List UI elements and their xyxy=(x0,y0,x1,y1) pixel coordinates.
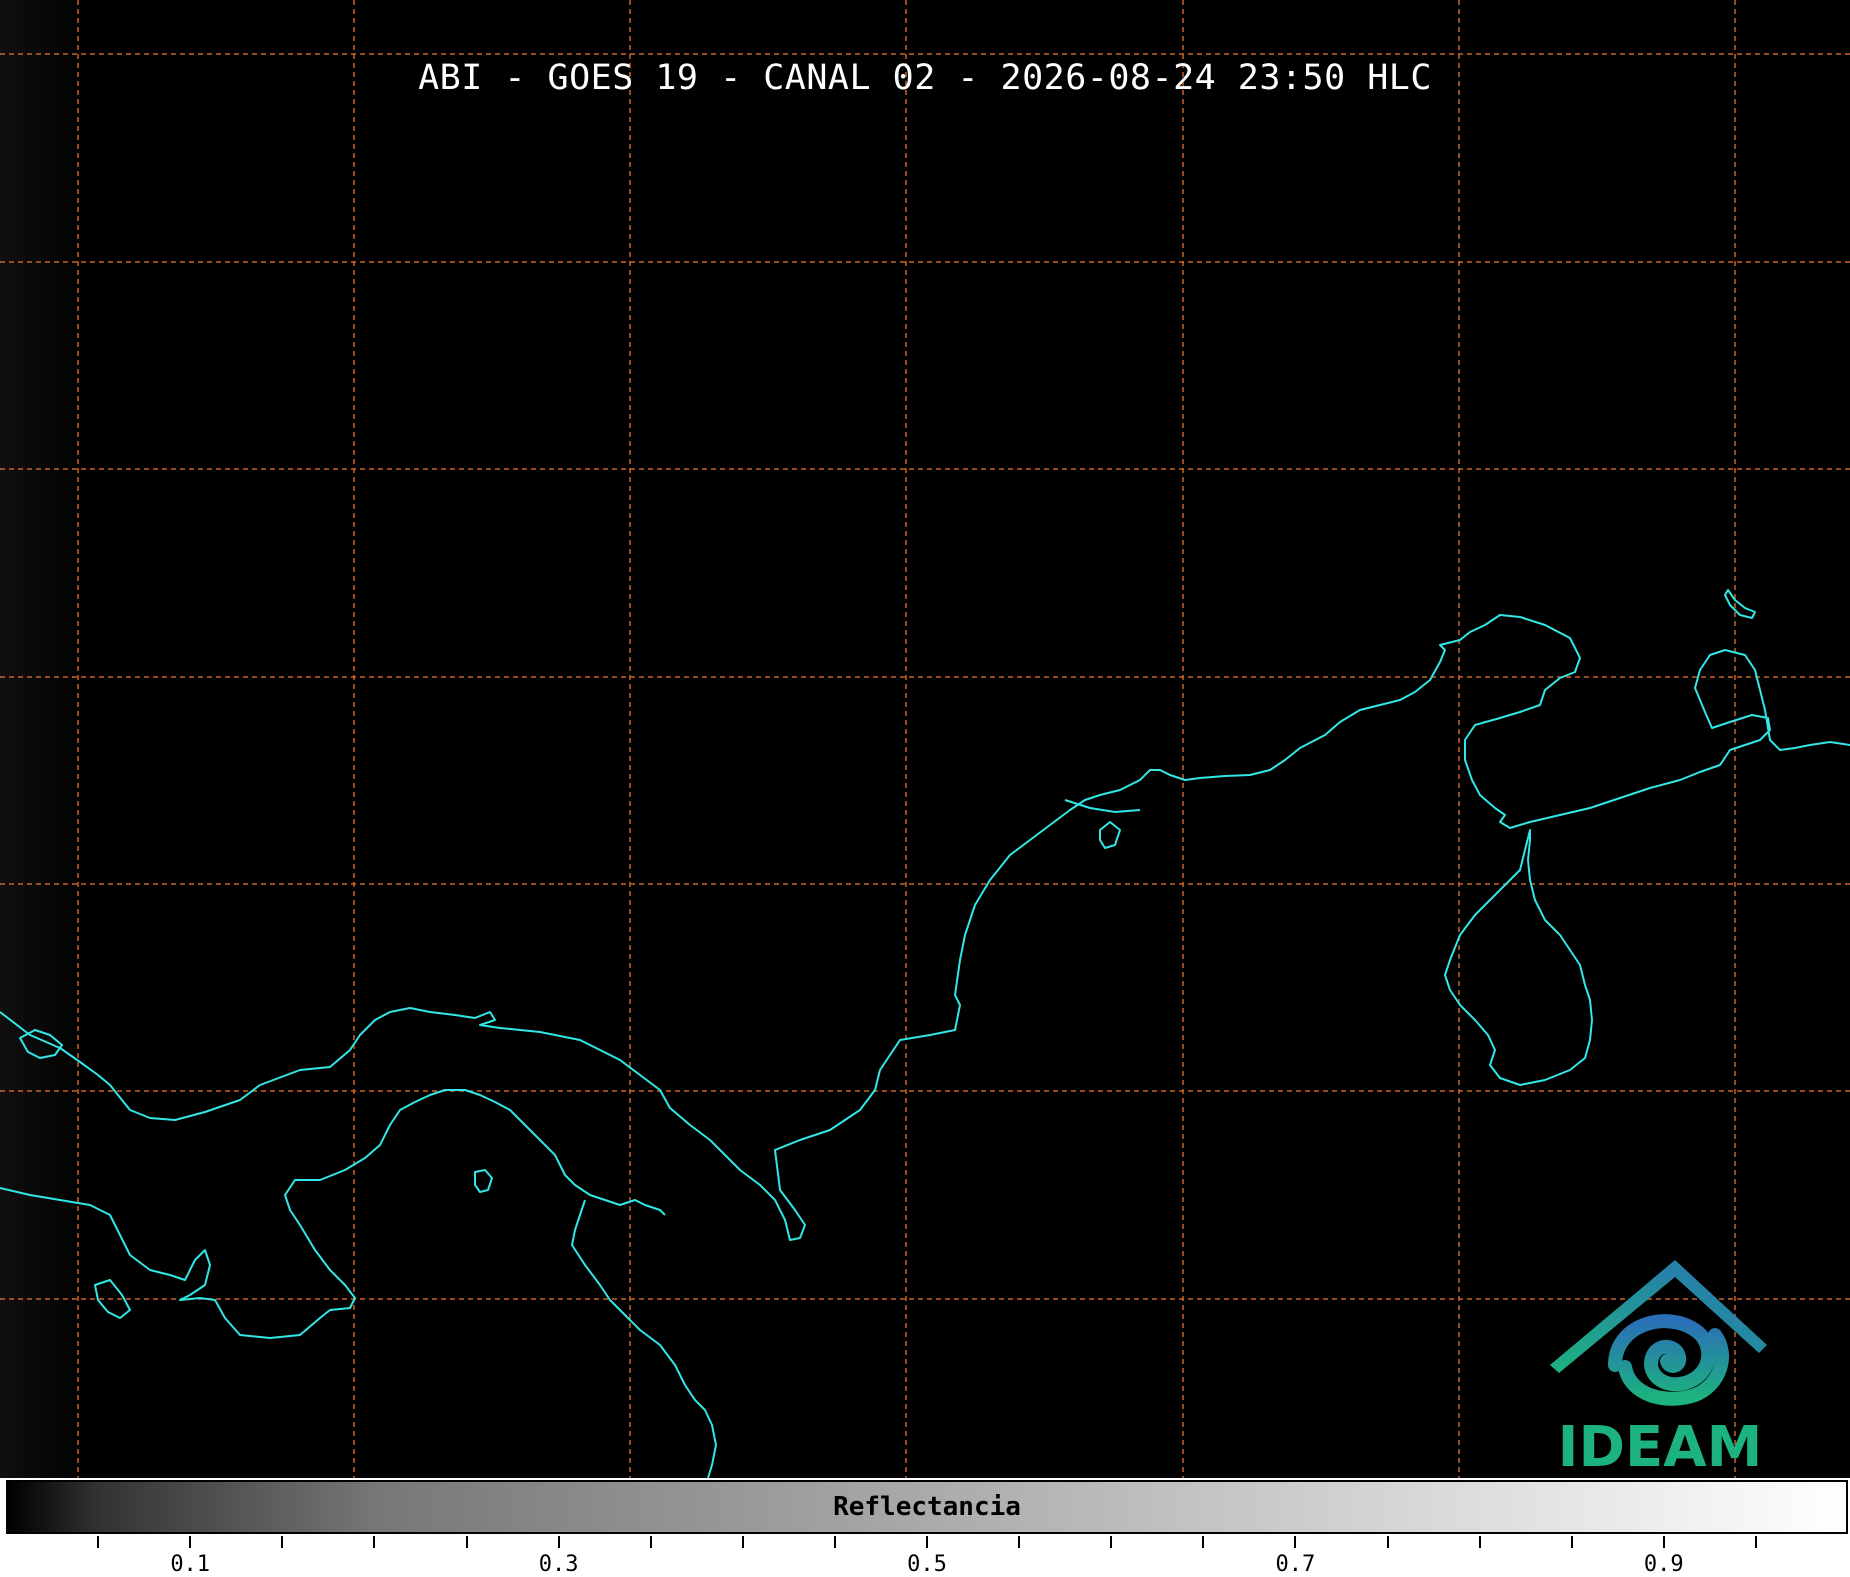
logo-text: IDEAM xyxy=(1557,1415,1763,1478)
colorbar-tick xyxy=(1662,1536,1665,1548)
colorbar-tick xyxy=(1386,1536,1389,1548)
colorbar-tick xyxy=(189,1536,192,1548)
ideam-logo: IDEAM xyxy=(1545,1255,1775,1478)
colorbar-ticks: 0.1 0.3 0.5 0.7 0.9 xyxy=(0,1534,1850,1577)
colorbar-tick xyxy=(741,1536,744,1548)
ideam-emblem-icon xyxy=(1550,1260,1767,1406)
colorbar-tick-label: 0.9 xyxy=(1643,1552,1684,1577)
colorbar-tick xyxy=(833,1536,836,1548)
colorbar-tick xyxy=(557,1536,560,1548)
image-title: ABI - GOES 19 - CANAL 02 - 2026-08-24 23… xyxy=(418,58,1432,98)
colorbar-tick-label: 0.5 xyxy=(907,1552,947,1577)
colorbar-tick xyxy=(649,1536,652,1548)
colorbar-tick xyxy=(97,1536,100,1548)
image-edge-shading xyxy=(0,0,90,1478)
colorbar-tick xyxy=(1110,1536,1113,1548)
colorbar-tick xyxy=(1570,1536,1573,1548)
colorbar-tick xyxy=(1478,1536,1481,1548)
colorbar-tick-label: 0.7 xyxy=(1275,1552,1316,1577)
colorbar-tick xyxy=(1018,1536,1021,1548)
colorbar-tick xyxy=(1754,1536,1757,1548)
colorbar-tick xyxy=(1294,1536,1297,1548)
satellite-map: ABI - GOES 19 - CANAL 02 - 2026-08-24 23… xyxy=(0,0,1850,1478)
colorbar-tick-label: 0.1 xyxy=(170,1552,211,1577)
colorbar-tick xyxy=(281,1536,284,1548)
colorbar-tick xyxy=(373,1536,376,1548)
colorbar: Reflectancia xyxy=(6,1480,1848,1534)
colorbar-tick xyxy=(1202,1536,1205,1548)
colorbar-tick xyxy=(465,1536,468,1548)
colorbar-label: Reflectancia xyxy=(833,1492,1021,1522)
colorbar-tick xyxy=(926,1536,928,1548)
colorbar-tick-label: 0.3 xyxy=(538,1552,579,1577)
